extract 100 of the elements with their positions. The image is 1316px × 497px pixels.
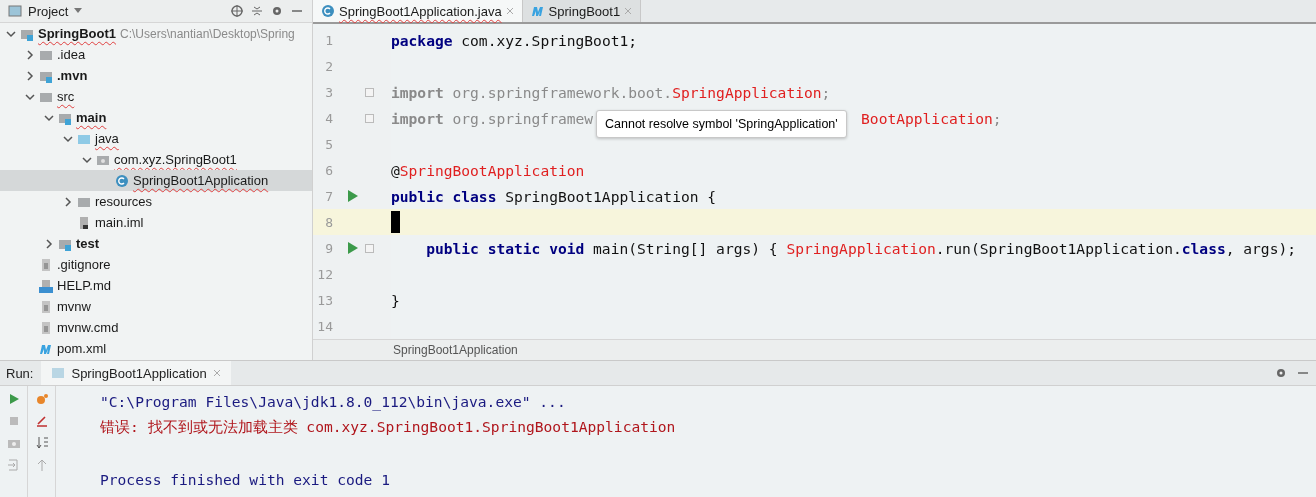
code-token: SpringBootApplication	[399, 162, 585, 180]
tree-item-label: main	[76, 110, 107, 125]
code-token: SpringApplication	[672, 84, 822, 102]
console-line: 错误: 找不到或无法加载主类 com.xyz.SpringBoot1.SpringBoot1Application	[100, 417, 676, 437]
line-number: 8	[324, 214, 333, 230]
sort-icon	[34, 436, 49, 450]
tree-item-label: java	[95, 131, 119, 146]
tree-item[interactable]: mvnw	[0, 296, 312, 317]
tree-item[interactable]: pom.xml	[0, 338, 312, 359]
chevron-icon[interactable]	[25, 91, 35, 102]
tree-item-label: resources	[95, 194, 153, 209]
tree-item-label: test	[76, 236, 100, 251]
chevron-icon[interactable]	[25, 70, 35, 81]
code-token: org.springframew	[451, 110, 594, 128]
tree-item-label: mvnw	[57, 299, 91, 314]
tree-item[interactable]: resources	[0, 191, 312, 212]
tab-label: SpringBoot1	[548, 3, 621, 19]
clear-icon	[34, 414, 49, 428]
code-token: SpringApplication	[786, 239, 936, 257]
code-token: , args);	[1225, 239, 1296, 257]
run-label: Run:	[6, 365, 34, 381]
tree-item-label: com.xyz.SpringBoot1	[114, 152, 237, 167]
chevron-icon[interactable]	[44, 238, 54, 249]
line-number: 7	[324, 189, 333, 204]
settings-icon	[1274, 366, 1288, 380]
chevron-icon[interactable]	[63, 133, 73, 144]
code-token: com.xyz.SpringBoot1;	[460, 32, 638, 50]
tree-item[interactable]: .idea	[0, 44, 312, 65]
code-token: .run(SpringBoot1Application.	[935, 239, 1182, 257]
editor-tab[interactable]: SpringBoot1Application.java	[313, 0, 523, 22]
settings-icon	[270, 4, 284, 18]
console-line: "C:\Program Files\Java\jdk1.8.0_112\bin\java.exe" ...	[100, 392, 566, 410]
tree-item[interactable]: .gitignore	[0, 254, 312, 275]
line-number: 2	[324, 59, 333, 75]
chevron-icon[interactable]	[44, 112, 54, 123]
tree-item-label: .idea	[57, 47, 86, 62]
editor-tab[interactable]: SpringBoot1	[522, 0, 642, 22]
code-token: ;	[821, 84, 831, 102]
tree-item-label: .gitignore	[57, 257, 111, 272]
tree-item-label: main.iml	[95, 215, 144, 230]
maven-icon	[530, 4, 545, 18]
project-icon	[8, 4, 22, 18]
tree-item-label: .mvn	[57, 68, 88, 83]
line-number: 5	[324, 137, 333, 153]
panel-title[interactable]: Project	[28, 3, 69, 19]
line-number: 1	[324, 33, 333, 49]
code-token: org.springframework.boot.	[451, 84, 673, 102]
error-tooltip: Cannot resolve symbol 'SpringApplication'	[596, 110, 847, 138]
file-icon	[77, 215, 91, 230]
tree-item[interactable]: .mvn	[0, 65, 312, 86]
tree-item-label: SpringBoot1	[38, 26, 116, 41]
code-token: import	[391, 84, 444, 102]
dropdown-icon[interactable]	[74, 8, 83, 14]
code-token: public class	[391, 188, 497, 205]
collapse-icon	[250, 4, 264, 18]
markdown-file-icon	[39, 278, 53, 293]
code-token: import	[391, 110, 444, 128]
tree-item[interactable]: com.xyz.SpringBoot1	[0, 149, 312, 170]
breadcrumb[interactable]: SpringBoot1Application	[393, 343, 518, 357]
tree-item-label: pom.xml	[57, 341, 107, 356]
text-cursor	[391, 211, 400, 234]
class-icon	[115, 173, 129, 188]
tree-item[interactable]: mvnw.cmd	[0, 317, 312, 338]
code-token: }	[391, 291, 400, 309]
tree-item[interactable]: SpringBoot1 C:\Users\nantian\Desktop\Spring	[0, 23, 312, 44]
project-path: C:\Users\nantian\Desktop\Spring	[120, 26, 295, 41]
chevron-icon[interactable]	[25, 49, 35, 60]
code-token: SpringBoot1Application {	[504, 188, 717, 205]
console-line: Process finished with exit code 1	[100, 470, 390, 488]
code-token: package	[391, 32, 453, 50]
exit-icon	[6, 458, 21, 472]
file-icon	[39, 320, 53, 335]
tree-item[interactable]: main	[0, 107, 312, 128]
tree-item[interactable]: src	[0, 86, 312, 107]
code-token: BootApplication	[861, 110, 993, 128]
run-tab[interactable]: SpringBoot1Application	[41, 361, 231, 385]
tree-item[interactable]: main.iml	[0, 212, 312, 233]
tab-label: SpringBoot1Application.java	[339, 3, 502, 19]
line-number: 6	[324, 163, 333, 179]
tree-item-label: mvnw.cmd	[57, 320, 119, 335]
file-icon	[39, 299, 53, 314]
code-token: @	[391, 162, 400, 180]
tree-item[interactable]: java	[0, 128, 312, 149]
tree-item[interactable]: test	[0, 233, 312, 254]
line-number: 13	[316, 292, 333, 308]
line-number: 4	[324, 111, 333, 127]
console-icon	[51, 366, 66, 380]
file-icon	[39, 257, 53, 272]
debug-icon	[34, 392, 49, 406]
line-number: 12	[316, 266, 333, 282]
tree-item-label: HELP.md	[57, 278, 111, 293]
chevron-icon[interactable]	[82, 154, 92, 165]
chevron-icon[interactable]	[6, 28, 16, 39]
class-icon	[321, 4, 335, 18]
tree-item[interactable]: SpringBoot1Application	[0, 170, 312, 191]
run-icon[interactable]	[347, 241, 359, 256]
tree-item[interactable]: HELP.md	[0, 275, 312, 296]
line-number: 14	[316, 318, 333, 334]
run-icon[interactable]	[347, 189, 359, 204]
chevron-icon[interactable]	[63, 196, 73, 207]
